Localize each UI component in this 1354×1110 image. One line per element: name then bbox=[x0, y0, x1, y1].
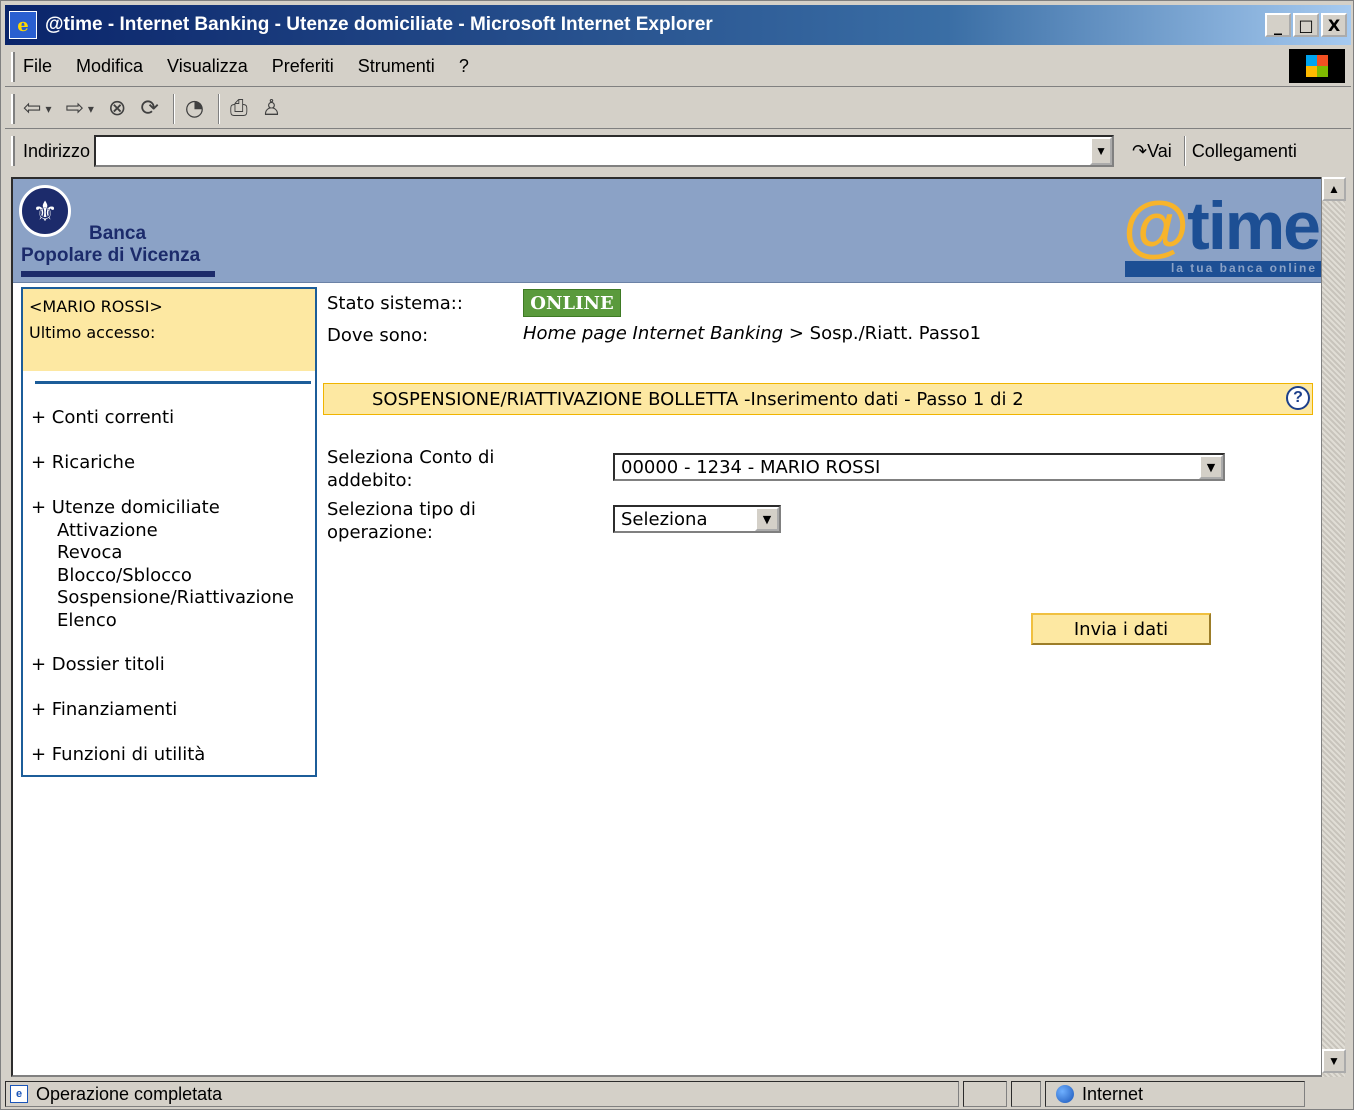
chevron-down-icon[interactable]: ▼ bbox=[1199, 455, 1223, 479]
back-dropdown-icon[interactable]: ▾ bbox=[45, 102, 51, 116]
toolbar: ⇦ ▾ ⇨ ▾ ⊗ ⟳ ◔ ⎙ ♙ bbox=[5, 89, 1351, 129]
subnav-sospensione-riattivazione[interactable]: Sospensione/Riattivazione bbox=[57, 587, 294, 608]
close-button[interactable]: X bbox=[1321, 13, 1347, 37]
status-badge: ONLINE bbox=[523, 289, 621, 317]
history-icon[interactable]: ◔ bbox=[185, 96, 204, 121]
bank-logo-icon: ⚜ bbox=[19, 185, 71, 237]
breadcrumb-current: Sosp./Riatt. Passo1 bbox=[809, 323, 982, 344]
bank-logo-rule bbox=[21, 271, 215, 277]
links-button[interactable]: Collegamenti bbox=[1192, 141, 1297, 162]
status-bar: e Operazione completata Internet bbox=[5, 1079, 1351, 1109]
go-arrow-icon: ↷ bbox=[1132, 140, 1148, 161]
user-info-box: <MARIO ROSSI> Ultimo accesso: bbox=[23, 289, 315, 371]
status-panel bbox=[1011, 1081, 1041, 1107]
menu-bar: File Modifica Visualizza Preferiti Strum… bbox=[5, 47, 1351, 87]
step-header: SOSPENSIONE/RIATTIVAZIONE BOLLETTA -Inse… bbox=[323, 383, 1313, 415]
globe-icon bbox=[1056, 1085, 1074, 1103]
subnav-attivazione[interactable]: Attivazione bbox=[57, 520, 158, 541]
links-separator bbox=[1183, 136, 1186, 166]
last-access: Ultimo accesso: bbox=[29, 323, 156, 342]
go-button[interactable]: ↷ Vai bbox=[1132, 141, 1172, 162]
maximize-button[interactable]: □ bbox=[1293, 13, 1319, 37]
system-status-label: Stato sistema:: bbox=[327, 293, 463, 314]
sidebar-divider bbox=[35, 381, 311, 384]
toolbar-separator bbox=[218, 93, 221, 124]
subnav-revoca[interactable]: Revoca bbox=[57, 542, 122, 563]
nav-funzioni-utilita[interactable]: + Funzioni di utilità bbox=[31, 744, 205, 765]
account-label-line2: addebito: bbox=[327, 470, 413, 491]
subnav-elenco[interactable]: Elenco bbox=[57, 610, 117, 631]
toolbar-grip bbox=[11, 93, 15, 124]
messenger-icon[interactable]: ♙ bbox=[262, 96, 282, 121]
minimize-button[interactable]: _ bbox=[1265, 13, 1291, 37]
menu-file[interactable]: File bbox=[23, 56, 52, 77]
operation-select[interactable]: Seleziona ▼ bbox=[613, 505, 781, 533]
address-dropdown-icon[interactable]: ▼ bbox=[1090, 137, 1113, 165]
account-select[interactable]: 00000 - 1234 - MARIO ROSSI ▼ bbox=[613, 453, 1225, 481]
scroll-up-icon[interactable]: ▲ bbox=[1322, 177, 1346, 201]
back-icon[interactable]: ⇦ bbox=[23, 96, 41, 121]
nav-finanziamenti[interactable]: + Finanziamenti bbox=[31, 699, 177, 720]
subnav-blocco-sblocco[interactable]: Blocco/Sblocco bbox=[57, 565, 192, 586]
refresh-icon[interactable]: ⟳ bbox=[140, 96, 158, 121]
stop-icon[interactable]: ⊗ bbox=[108, 96, 126, 121]
bank-name-line1: Banca bbox=[89, 223, 147, 244]
operation-label-line1: Seleziona tipo di bbox=[327, 499, 476, 520]
nav-utenze-domiciliate[interactable]: + Utenze domiciliate bbox=[31, 497, 220, 518]
toolbar-separator bbox=[172, 93, 175, 124]
menu-visualizza[interactable]: Visualizza bbox=[167, 56, 248, 77]
vertical-scrollbar[interactable]: ▲ ▼ bbox=[1321, 177, 1346, 1077]
menu-modifica[interactable]: Modifica bbox=[76, 56, 143, 77]
print-icon[interactable]: ⎙ bbox=[230, 96, 248, 121]
menu-preferiti[interactable]: Preferiti bbox=[272, 56, 334, 77]
user-name: <MARIO ROSSI> bbox=[29, 297, 163, 316]
address-input[interactable]: ▼ bbox=[94, 135, 1115, 167]
scroll-down-icon[interactable]: ▼ bbox=[1322, 1049, 1346, 1073]
breadcrumb-home-link[interactable]: Home page Internet Banking bbox=[523, 323, 783, 344]
chevron-down-icon[interactable]: ▼ bbox=[755, 507, 779, 531]
bank-name-line2: Popolare di Vicenza bbox=[21, 245, 201, 266]
submit-button[interactable]: Invia i dati bbox=[1031, 613, 1211, 645]
nav-ricariche[interactable]: + Ricariche bbox=[31, 452, 135, 473]
breadcrumb-separator: > bbox=[783, 323, 810, 344]
forward-icon[interactable]: ⇨ bbox=[65, 96, 83, 121]
windows-logo-icon bbox=[1289, 49, 1345, 83]
page-viewport: ⚜ Banca Popolare di Vicenza @time la tua… bbox=[11, 177, 1331, 1077]
window-title: @time - Internet Banking - Utenze domici… bbox=[45, 14, 713, 35]
atime-tagline: la tua banca online bbox=[1125, 261, 1321, 277]
menu-help[interactable]: ? bbox=[459, 56, 469, 77]
nav-conti-correnti[interactable]: + Conti correnti bbox=[31, 407, 174, 428]
atime-logo: @time bbox=[1122, 187, 1321, 265]
sidebar: <MARIO ROSSI> Ultimo accesso: + Conti co… bbox=[21, 287, 317, 777]
operation-label-line2: operazione: bbox=[327, 522, 433, 543]
status-message-panel: e Operazione completata bbox=[5, 1081, 959, 1107]
forward-dropdown-icon[interactable]: ▾ bbox=[88, 102, 94, 116]
menubar-grip bbox=[11, 51, 15, 82]
step-title: SOSPENSIONE/RIATTIVAZIONE BOLLETTA -Inse… bbox=[372, 388, 1024, 410]
account-select-value: 00000 - 1234 - MARIO ROSSI bbox=[621, 456, 881, 478]
status-panel bbox=[963, 1081, 1007, 1107]
status-message: Operazione completata bbox=[36, 1083, 223, 1104]
menu-strumenti[interactable]: Strumenti bbox=[358, 56, 435, 77]
browser-window: e @time - Internet Banking - Utenze domi… bbox=[0, 0, 1354, 1110]
location-label: Dove sono: bbox=[327, 325, 429, 346]
page-header: ⚜ Banca Popolare di Vicenza @time la tua… bbox=[13, 179, 1329, 283]
zone-label: Internet bbox=[1082, 1083, 1144, 1104]
help-icon[interactable]: ? bbox=[1286, 386, 1310, 410]
ie-icon: e bbox=[9, 11, 37, 39]
atime-time: time bbox=[1187, 188, 1321, 264]
title-bar[interactable]: e @time - Internet Banking - Utenze domi… bbox=[5, 5, 1351, 45]
operation-select-value: Seleziona bbox=[621, 508, 708, 530]
addressbar-grip bbox=[11, 136, 15, 166]
atime-at: @ bbox=[1122, 188, 1189, 264]
address-bar: Indirizzo ▼ ↷ Vai Collegamenti bbox=[5, 131, 1351, 171]
go-label: Vai bbox=[1147, 140, 1172, 161]
address-label: Indirizzo bbox=[23, 140, 91, 161]
page-done-icon: e bbox=[10, 1085, 28, 1103]
nav-dossier-titoli[interactable]: + Dossier titoli bbox=[31, 654, 165, 675]
breadcrumb: Home page Internet Banking > Sosp./Riatt… bbox=[523, 323, 981, 344]
account-label-line1: Seleziona Conto di bbox=[327, 447, 495, 468]
security-zone: Internet bbox=[1045, 1081, 1305, 1107]
